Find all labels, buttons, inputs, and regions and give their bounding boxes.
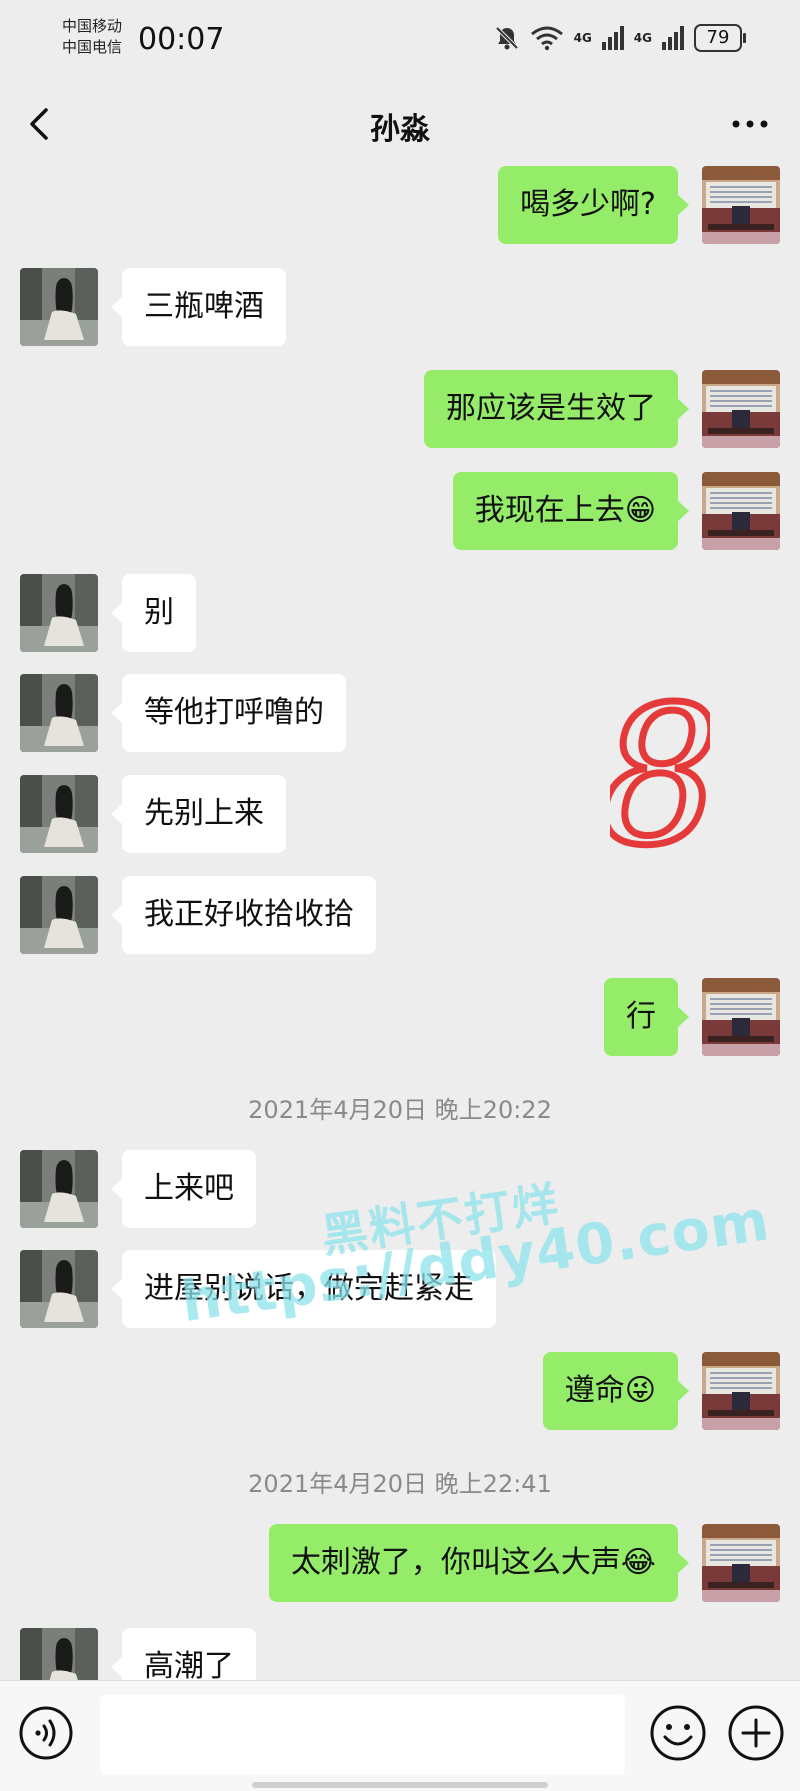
message-input[interactable] (100, 1695, 625, 1775)
message-bubble-received[interactable]: 高潮了 (111, 1628, 256, 1680)
network-type-1: 4G (573, 31, 592, 45)
timestamp: 2021年4月20日 晚上22:41 (248, 1470, 552, 1498)
plus-icon[interactable] (726, 1703, 786, 1763)
contact-avatar[interactable] (20, 574, 98, 652)
wifi-icon (530, 26, 563, 51)
contact-avatar[interactable] (20, 268, 98, 346)
message-list[interactable]: 喝多少啊? 三瓶啤酒 那应该是生效了 我现在上去😁 别 等他打呼噜的 先别上来 … (0, 166, 800, 1680)
status-icons: 4G 4G 79 (494, 24, 746, 52)
svg-text:8: 8 (610, 692, 710, 862)
message-bubble-sent[interactable]: 我现在上去😁 (452, 472, 690, 550)
contact-avatar[interactable] (20, 876, 98, 954)
contact-avatar[interactable] (20, 775, 98, 853)
red-number-mark: 8 (610, 692, 710, 862)
message-bubble-sent[interactable]: 行 (604, 978, 689, 1056)
message-bubble-received[interactable]: 等他打呼噜的 (111, 674, 346, 752)
carrier-2: 中国电信 (62, 38, 123, 56)
message-bubble-received[interactable]: 三瓶啤酒 (111, 268, 286, 346)
contact-avatar[interactable] (20, 674, 98, 752)
mute-bell-icon (495, 26, 519, 50)
message-bubble-received[interactable]: 先别上来 (111, 775, 286, 853)
my-avatar[interactable] (702, 978, 780, 1056)
message-bubble-sent[interactable]: 喝多少啊? (498, 166, 689, 244)
chat-header: 孙淼 (0, 82, 800, 166)
emoji-icon[interactable] (648, 1703, 708, 1763)
message-bubble-received[interactable]: 上来吧 (111, 1150, 256, 1228)
my-avatar[interactable] (702, 166, 780, 244)
message-bubble-sent[interactable]: 那应该是生效了 (424, 370, 689, 448)
status-time: 00:07 (138, 22, 225, 57)
signal-icon-1 (601, 26, 624, 50)
voice-icon[interactable] (18, 1705, 74, 1761)
message-bubble-received[interactable]: 进屋别说话，做完赶紧走 (111, 1250, 496, 1328)
more-options-icon[interactable] (720, 102, 780, 146)
contact-avatar[interactable] (20, 1250, 98, 1328)
chat-title: 孙淼 (370, 112, 430, 147)
message-bubble-sent[interactable]: 遵命😜 (542, 1352, 690, 1430)
home-indicator (252, 1782, 548, 1788)
my-avatar[interactable] (702, 1352, 780, 1430)
input-bar (0, 1680, 800, 1791)
my-avatar[interactable] (702, 472, 780, 550)
message-bubble-received[interactable]: 别 (111, 574, 196, 652)
my-avatar[interactable] (702, 370, 780, 448)
battery-indicator: 79 (694, 24, 746, 52)
carrier-1: 中国移动 (62, 17, 123, 35)
message-bubble-received[interactable]: 我正好收拾收拾 (111, 876, 376, 954)
message-bubble-sent[interactable]: 太刺激了，你叫这么大声😂 (268, 1524, 690, 1602)
carrier-info: 中国移动 中国电信 (62, 16, 122, 58)
signal-icon-2 (662, 26, 684, 50)
timestamp: 2021年4月20日 晚上20:22 (248, 1096, 552, 1124)
network-type-2: 4G (633, 31, 652, 45)
status-bar: 中国移动 中国电信 00:07 4G 4G 79 (0, 0, 800, 82)
contact-avatar[interactable] (20, 1150, 98, 1228)
contact-avatar[interactable] (20, 1628, 98, 1680)
my-avatar[interactable] (702, 1524, 780, 1602)
